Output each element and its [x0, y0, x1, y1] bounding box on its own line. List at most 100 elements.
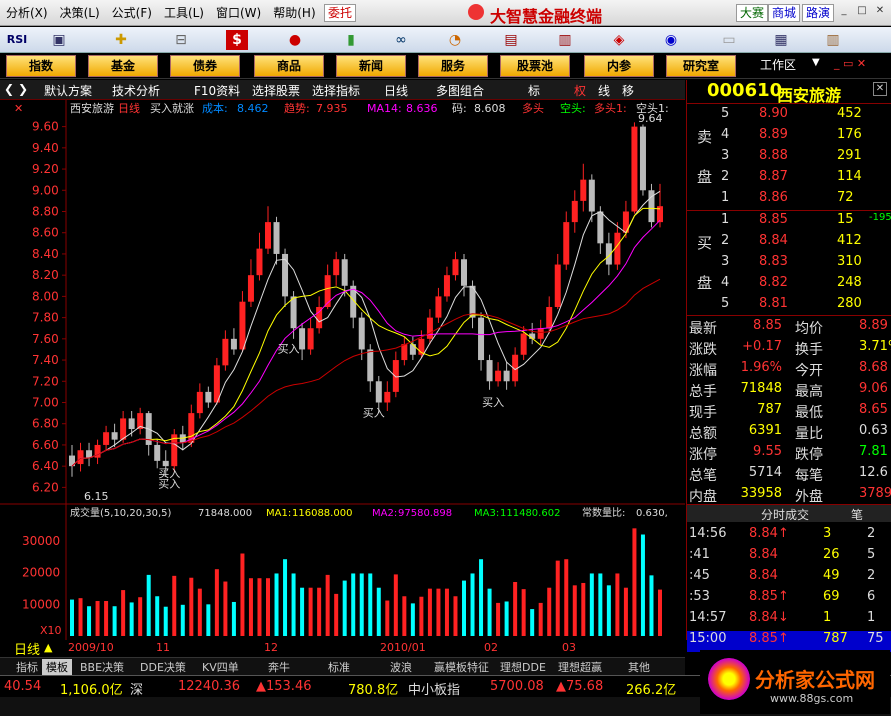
nav-research[interactable]: 研究室	[666, 55, 736, 77]
contest-button[interactable]: 大赛	[736, 4, 769, 22]
ticks-tab-2[interactable]: 笔	[851, 506, 863, 523]
stat-label: 内盘	[689, 489, 717, 505]
tab-wave[interactable]: 波浪	[386, 659, 416, 675]
scheme-button[interactable]: 默认方案	[44, 82, 92, 99]
close-icon[interactable]: ✕	[874, 5, 886, 17]
globe-icon[interactable]: ◉	[660, 30, 682, 50]
tab-kv[interactable]: KV四单	[198, 659, 243, 675]
tab-move[interactable]: 移	[622, 82, 634, 99]
bid-row: 1 8.85 15 -195	[687, 212, 891, 233]
volume-bar	[325, 574, 330, 636]
nav-stockpool[interactable]: 股票池	[500, 55, 570, 77]
workarea-label[interactable]: 工作区	[760, 56, 796, 73]
pie-icon[interactable]: ◔	[444, 30, 466, 50]
tab-right[interactable]: 权	[574, 82, 586, 99]
ruler-icon[interactable]: ⊟	[170, 30, 192, 50]
logo-url: www.88gs.com	[770, 692, 854, 705]
price-tick-label: 6.40	[32, 459, 59, 473]
volume-bar	[274, 573, 279, 636]
volume-bar	[189, 577, 194, 636]
roadshow-button[interactable]: 路演	[802, 4, 835, 22]
note-icon[interactable]: ▤	[500, 30, 522, 50]
traffic-icon[interactable]: ●	[284, 30, 306, 50]
chart-toolbar: ❮ ❯ 默认方案 技术分析 F10资料 选择股票 选择指标 日线 多图组合 标 …	[0, 80, 685, 100]
workarea-dropdown-icon[interactable]: ▼	[812, 57, 820, 68]
tab-dde[interactable]: DDE决策	[136, 659, 190, 675]
menu-analysis[interactable]: 分析(X)	[0, 4, 54, 21]
tab-ideal-win[interactable]: 理想超赢	[554, 659, 606, 675]
buy-annotation: 买入	[278, 343, 300, 356]
nav-news[interactable]: 新闻	[336, 55, 406, 77]
cost-label: 成本:	[202, 101, 228, 115]
tab-ideal-dde[interactable]: 理想DDE	[496, 659, 550, 675]
nav-insider[interactable]: 内参	[584, 55, 654, 77]
maximize-icon[interactable]: □	[856, 5, 868, 17]
layout-icon[interactable]: ▦	[770, 30, 792, 50]
status-value-9: ▲75.68	[556, 679, 604, 694]
nav-index[interactable]: 指数	[6, 55, 76, 77]
stat-row: 涨停 9.55 跌停 7.81	[687, 444, 891, 465]
ticks-tab[interactable]: 分时成交	[761, 506, 809, 523]
status-market: 深	[130, 683, 144, 698]
book-icon[interactable]: ▥	[822, 30, 844, 50]
panel-close-icon[interactable]: ✕	[873, 82, 887, 96]
nav-commodity[interactable]: 商品	[254, 55, 324, 77]
blank-icon[interactable]: ▭	[718, 30, 740, 50]
brand-title: 大智慧金融终端	[490, 7, 603, 26]
menu-formula[interactable]: 公式(F)	[106, 4, 158, 21]
bid-volume: 412	[837, 233, 862, 248]
tick-count: 2	[867, 526, 876, 541]
candle-body	[580, 179, 587, 201]
menu-decision[interactable]: 决策(L)	[54, 4, 106, 21]
select-indicator-button[interactable]: 选择指标	[312, 82, 360, 99]
ask-row: 3 8.88 291	[687, 148, 891, 169]
nav-bond[interactable]: 债券	[170, 55, 240, 77]
bid-row: 2 8.84 412	[687, 233, 891, 254]
minimize-icon[interactable]: _	[838, 5, 850, 17]
kline-svg[interactable]: 9.60 9.40 9.20 9.00 8.80 8.60 8.40 8.20 8.00 7.80…	[0, 100, 685, 640]
vol-ratio-label: 常数量比:	[582, 506, 625, 519]
bid-level: 3	[721, 254, 730, 269]
tab-other[interactable]: 其他	[624, 659, 654, 675]
volume-bar	[513, 582, 518, 636]
bars-icon[interactable]: ▮	[340, 30, 362, 50]
binocular-icon[interactable]: ∞	[390, 30, 412, 50]
f10-button[interactable]: F10资料	[194, 82, 240, 99]
volume-bar	[248, 578, 253, 636]
window-controls-icon[interactable]: _ ▭ ✕	[834, 57, 866, 70]
tab-indicator[interactable]: 指标	[12, 659, 42, 675]
flower-logo-icon	[708, 658, 750, 700]
monitor-icon[interactable]: ▣	[48, 30, 70, 50]
tab-bbe[interactable]: BBE决策	[76, 659, 128, 675]
crosshair-icon[interactable]: ✚	[110, 30, 132, 50]
flag-icon[interactable]: ◈	[608, 30, 630, 50]
volume-bar	[436, 588, 441, 636]
volume-bar	[419, 596, 424, 636]
tab-template[interactable]: 模板	[42, 659, 72, 675]
mall-button[interactable]: 商城	[768, 4, 801, 22]
tab-line[interactable]: 线	[598, 82, 610, 99]
weituo-button[interactable]: 委托	[324, 4, 357, 22]
indicator-tabs: 指标 模板 BBE决策 DDE决策 KV四单 奔牛 标准 波浪 赢模板特征 理想…	[0, 657, 685, 675]
tech-analysis-button[interactable]: 技术分析	[112, 82, 160, 99]
rsi-icon[interactable]: RSI	[2, 30, 32, 50]
chevron-right-icon[interactable]: ❯	[18, 82, 28, 96]
select-stock-button[interactable]: 选择股票	[252, 82, 300, 99]
report-icon[interactable]: ▥	[554, 30, 576, 50]
dollar-icon[interactable]: $	[226, 30, 248, 50]
date-label-6: 03	[562, 641, 576, 654]
menu-window[interactable]: 窗口(W)	[210, 4, 267, 21]
nav-fund[interactable]: 基金	[88, 55, 158, 77]
chevron-left-icon[interactable]: ❮	[4, 82, 14, 96]
nav-service[interactable]: 服务	[418, 55, 488, 77]
period-button[interactable]: 日线	[384, 82, 408, 99]
menu-tools[interactable]: 工具(L)	[158, 4, 210, 21]
tab-mark[interactable]: 标	[528, 82, 540, 99]
ask-level: 4	[721, 127, 730, 142]
tab-win-template[interactable]: 赢模板特征	[430, 659, 493, 675]
tab-standard[interactable]: 标准	[324, 659, 354, 675]
tab-bull[interactable]: 奔牛	[264, 659, 294, 675]
menu-help[interactable]: 帮助(H)	[267, 4, 321, 21]
kline-chart[interactable]: 9.60 9.40 9.20 9.00 8.80 8.60 8.40 8.20 8.00 7.80…	[0, 100, 685, 640]
multi-chart-button[interactable]: 多图组合	[436, 82, 484, 99]
